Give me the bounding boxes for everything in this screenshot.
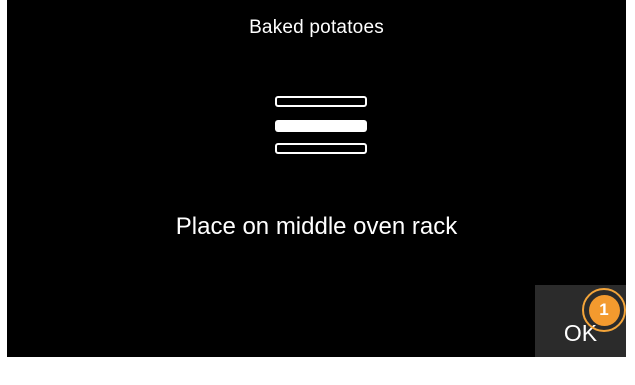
recipe-title: Baked potatoes xyxy=(249,17,384,38)
step-marker-badge: 1 xyxy=(582,288,626,332)
rack-middle-highlighted-icon xyxy=(275,120,367,132)
rack-top-icon xyxy=(275,96,367,107)
step-number: 1 xyxy=(588,294,620,326)
rack-bottom-icon xyxy=(275,143,367,154)
instruction-text: Place on middle oven rack xyxy=(175,213,458,240)
oven-display-screen: Baked potatoes Place on middle oven rack… xyxy=(7,0,626,357)
